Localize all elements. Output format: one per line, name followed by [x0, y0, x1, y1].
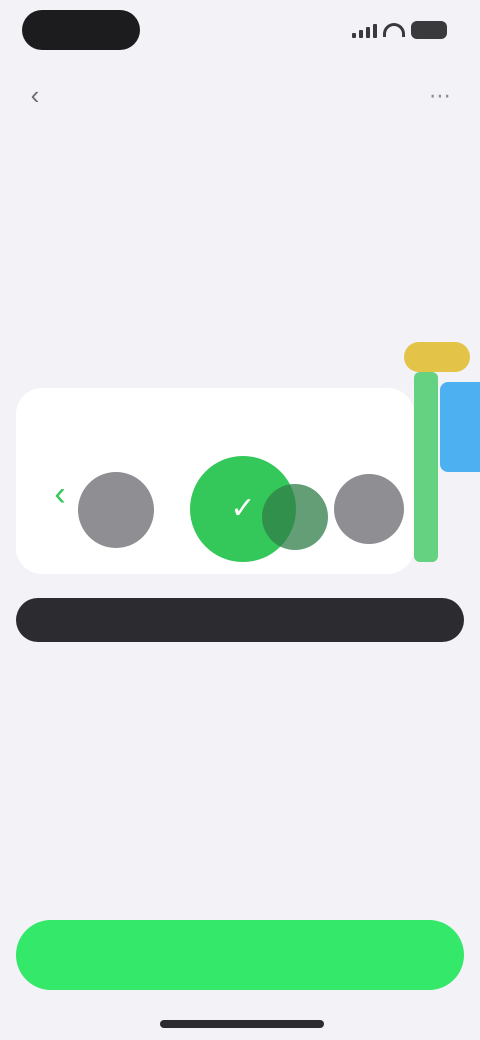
section-badge[interactable] [404, 342, 470, 372]
more-icon[interactable]: ⋯ [428, 83, 452, 108]
back-chevron-icon[interactable]: ‹ [24, 80, 46, 110]
nav-title [180, 84, 300, 108]
section-title [18, 342, 238, 374]
wifi-icon [383, 23, 405, 37]
carousel-item-right[interactable] [334, 474, 404, 544]
carousel-item-overlay [262, 484, 328, 550]
signal-icon [352, 22, 377, 38]
status-time-pill [22, 10, 140, 50]
sub-text [160, 670, 320, 690]
side-strip-green[interactable] [414, 372, 438, 562]
primary-button[interactable] [16, 920, 464, 990]
status-icons [352, 20, 447, 40]
battery-icon [411, 21, 447, 39]
info-bar[interactable] [16, 598, 464, 642]
chevron-left-icon[interactable]: ‹ [40, 474, 80, 514]
home-indicator [160, 1020, 324, 1028]
carousel-item-left[interactable] [78, 472, 154, 548]
side-strip-blue[interactable] [440, 382, 480, 472]
